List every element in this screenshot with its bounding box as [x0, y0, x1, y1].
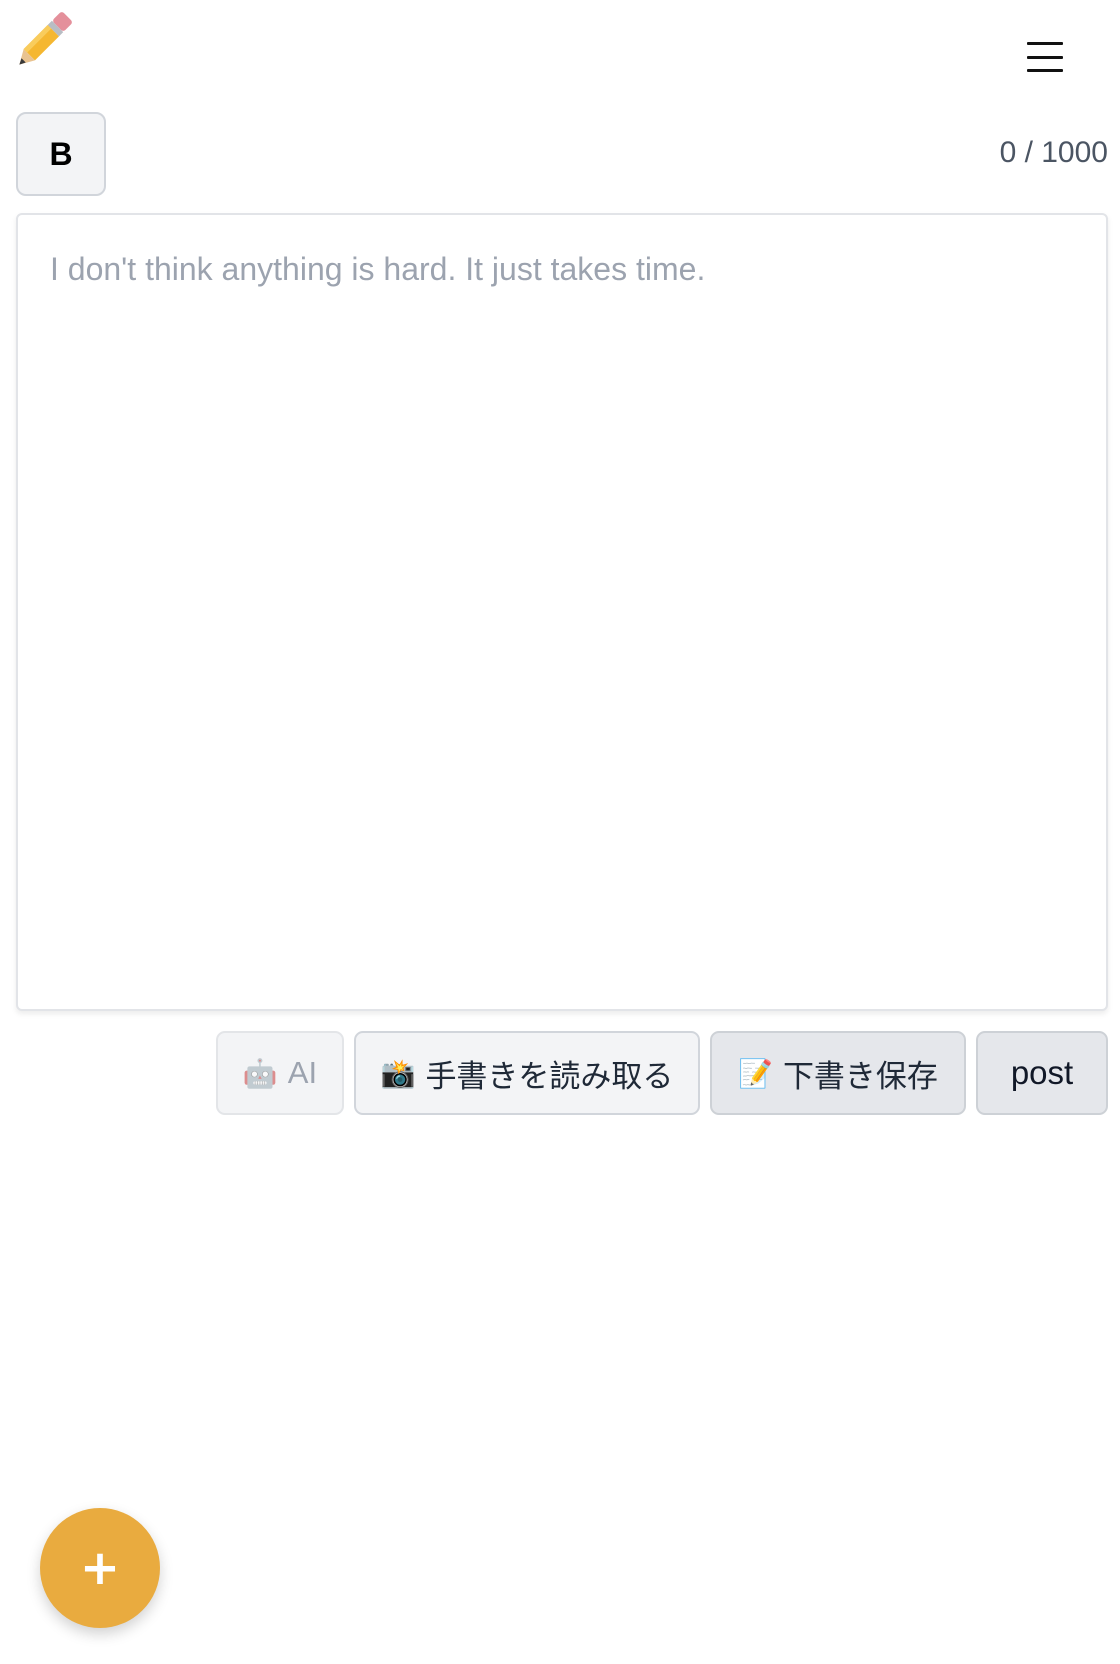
- camera-flash-icon: 📸: [380, 1057, 416, 1089]
- character-counter: 0 / 1000: [999, 136, 1108, 169]
- robot-icon: 🤖: [242, 1057, 278, 1089]
- plus-icon: +: [79, 1540, 121, 1596]
- hamburger-menu-icon[interactable]: [1022, 38, 1068, 76]
- ai-button[interactable]: 🤖 AI: [216, 1031, 344, 1115]
- save-draft-button[interactable]: 📝 下書き保存: [710, 1031, 966, 1115]
- pencil-icon: [8, 8, 76, 76]
- menu-bar: [1027, 42, 1063, 45]
- editor-page: B 0 / 1000 🤖 AI 📸 手書きを読み取る 📝 下書き保存 post +: [0, 0, 1120, 1664]
- bold-button[interactable]: B: [16, 112, 106, 196]
- menu-bar: [1027, 69, 1063, 72]
- menu-bar: [1027, 55, 1063, 59]
- action-bar: 🤖 AI 📸 手書きを読み取る 📝 下書き保存 post: [216, 1031, 1108, 1115]
- memo-icon: 📝: [738, 1057, 773, 1089]
- post-button[interactable]: post: [976, 1031, 1108, 1115]
- ai-button-label: AI: [287, 1055, 318, 1090]
- save-draft-label: 下書き保存: [782, 1058, 938, 1094]
- post-editor[interactable]: [16, 213, 1108, 1011]
- read-handwriting-button[interactable]: 📸 手書きを読み取る: [354, 1031, 700, 1115]
- add-button[interactable]: +: [40, 1508, 160, 1628]
- read-handwriting-label: 手書きを読み取る: [425, 1058, 674, 1094]
